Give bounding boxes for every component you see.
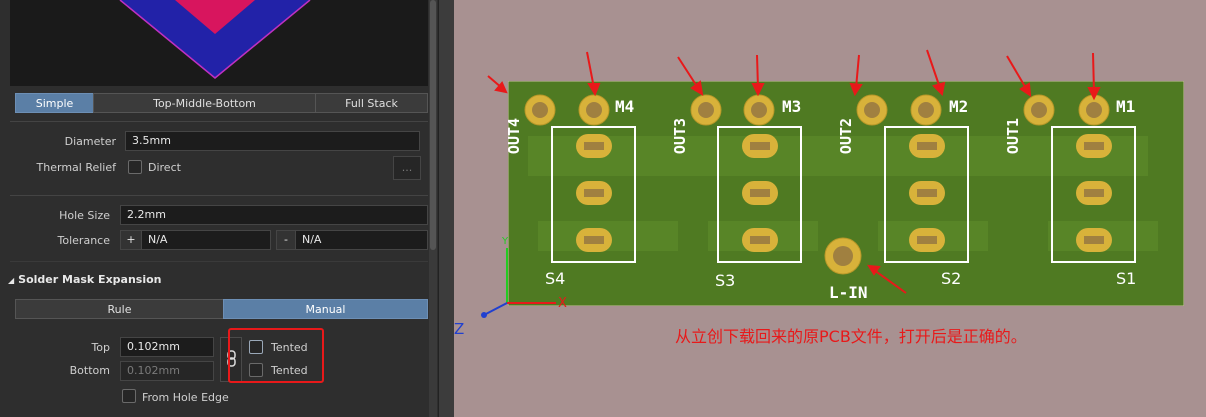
label-m4: M4 (615, 97, 635, 116)
from-hole-edge-label: From Hole Edge (142, 391, 229, 404)
pad-3d-preview (10, 0, 428, 86)
tab-full-stack[interactable]: Full Stack (315, 93, 428, 113)
thermal-relief-label: Thermal Relief (36, 161, 116, 174)
label-out2: OUT2 (837, 117, 856, 155)
diameter-field[interactable]: 3.5mm (125, 131, 420, 151)
label-m2: M2 (949, 97, 969, 116)
tolerance-plus-sign: + (120, 230, 142, 250)
top-expansion-field[interactable]: 0.102mm (120, 337, 214, 357)
divider (10, 121, 428, 122)
axis-z-label: Z (454, 320, 465, 338)
label-out3: OUT3 (671, 117, 690, 155)
solder-mask-section-header[interactable]: ◢ Solder Mask Expansion (8, 273, 162, 286)
label-out1: OUT1 (1004, 117, 1023, 155)
tab-simple[interactable]: Simple (15, 93, 94, 113)
pcb-2d-view[interactable]: OUT4 OUT3 OUT2 OUT1 M4 M3 M2 M1 S4 S3 S2… (454, 0, 1206, 417)
top-label: Top (91, 341, 110, 354)
tab-manual[interactable]: Manual (223, 299, 428, 319)
label-m3: M3 (782, 97, 802, 116)
axis-y-label: Y (502, 236, 509, 247)
thermal-relief-checkbox[interactable] (128, 160, 142, 174)
label-m1: M1 (1116, 97, 1136, 116)
bottom-expansion-field[interactable]: 0.102mm (120, 361, 214, 381)
from-hole-edge-checkbox[interactable] (122, 389, 136, 403)
highlight-box (228, 328, 324, 383)
hole-size-label: Hole Size (59, 209, 110, 222)
thermal-more-button[interactable]: ... (393, 156, 421, 180)
label-s2: S2 (941, 269, 962, 288)
tab-top-middle-bottom[interactable]: Top-Middle-Bottom (93, 93, 316, 113)
solder-mask-section-title: Solder Mask Expansion (18, 273, 162, 286)
divider (10, 261, 428, 262)
label-s1: S1 (1116, 269, 1137, 288)
tolerance-label: Tolerance (57, 234, 110, 247)
hole-size-field[interactable]: 2.2mm (120, 205, 428, 225)
label-s4: S4 (545, 269, 566, 288)
label-out4: OUT4 (505, 117, 524, 155)
tolerance-minus-sign: - (276, 230, 296, 250)
axis-x-label: X (558, 296, 567, 311)
diameter-label: Diameter (64, 135, 116, 148)
tab-rule[interactable]: Rule (15, 299, 224, 319)
panel-scroll-thumb[interactable] (430, 0, 436, 250)
divider (10, 195, 428, 196)
label-l-in: L-IN (829, 283, 868, 302)
properties-panel: Simple Top-Middle-Bottom Full Stack Diam… (0, 0, 438, 417)
annotation-text: 从立创下载回来的原PCB文件，打开后是正确的。 (675, 327, 1027, 346)
thermal-relief-option: Direct (148, 161, 181, 174)
label-s3: S3 (715, 271, 736, 290)
pcb-overlay (481, 49, 1136, 318)
tolerance-minus-field[interactable]: N/A (295, 230, 428, 250)
bottom-label: Bottom (69, 364, 110, 377)
tolerance-plus-field[interactable]: N/A (141, 230, 271, 250)
panel-splitter[interactable] (438, 0, 455, 417)
collapse-arrow-icon: ◢ (8, 276, 15, 285)
